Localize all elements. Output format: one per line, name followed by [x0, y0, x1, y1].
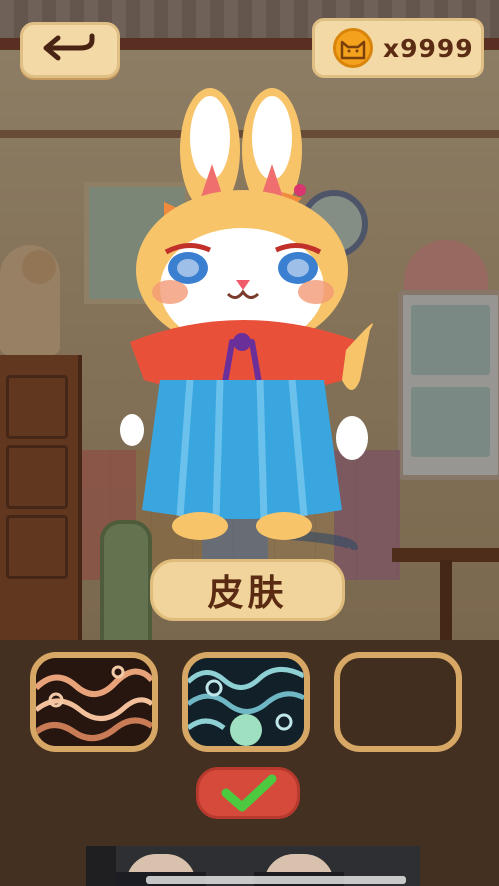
return-arrow-icon [43, 33, 95, 61]
coin-counter: x9999 [312, 18, 484, 78]
ad-banner-edge [86, 846, 116, 886]
cat-coin-icon [333, 28, 373, 68]
confirm-button[interactable] [196, 767, 300, 819]
game-screen: x9999 皮肤 [0, 0, 499, 886]
ad-banner[interactable] [86, 846, 420, 886]
blue-cloud-pattern [188, 658, 304, 746]
skin-slot-blue-cloud[interactable] [182, 652, 310, 752]
skin-category-label: 皮肤 [150, 559, 345, 621]
ad-caption [146, 876, 406, 884]
skin-slot-copper-wave[interactable] [30, 652, 158, 752]
back-button[interactable] [20, 22, 120, 78]
bunny-character[interactable] [120, 80, 380, 550]
copper-wave-pattern [36, 658, 152, 746]
skin-slot-empty[interactable] [334, 652, 462, 752]
coin-count: x9999 [383, 33, 474, 63]
category-title: 皮肤 [207, 573, 288, 614]
checkmark-icon [221, 774, 277, 812]
